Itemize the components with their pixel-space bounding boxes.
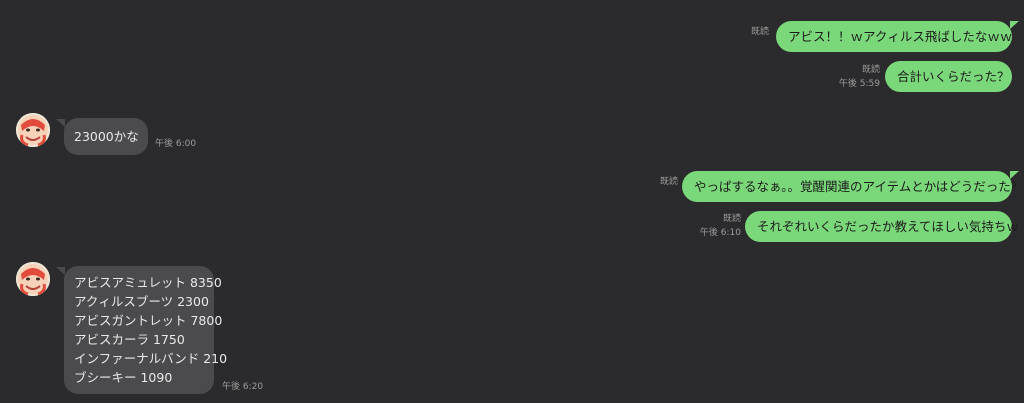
user-avatar-icon[interactable] (16, 113, 50, 147)
message-line: アビスガントレット 7800 (74, 313, 223, 328)
message-line: ブシーキー 1090 (74, 370, 173, 385)
message-bubble[interactable]: アビスアミュレット 8350 アクィルスブーツ 2300 アビスガントレット 7… (64, 266, 228, 394)
message-line: アビスアミュレット 8350 (74, 275, 222, 290)
bubble-tail (56, 119, 65, 127)
message-bubble[interactable]: アビス！！ｗアクィルス飛ばしたなｗｗ (776, 21, 1012, 52)
message-bubble[interactable]: 合計いくらだった？ (885, 61, 1012, 92)
message-timestamp: 午後 6:10 (699, 228, 741, 238)
chat-view: 既読 アビス！！ｗアクィルス飛ばしたなｗｗ 既読 午後 5:59 合計いくらだっ… (0, 0, 1024, 403)
message-line: アクィルスブーツ 2300 (74, 294, 209, 309)
bubble-tail (56, 267, 65, 275)
message-bubble[interactable]: 23000かな (64, 118, 148, 155)
read-receipt: 既読 (861, 65, 880, 75)
message-bubble[interactable]: それぞれいくらだったか教えてほしい気持ちｗ (745, 211, 1019, 242)
message-timestamp: 午後 5:59 (838, 79, 880, 89)
read-receipt: 既読 (750, 27, 769, 37)
read-receipt: 既読 (722, 214, 741, 224)
user-avatar-icon[interactable] (16, 262, 50, 296)
message-bubble[interactable]: やっぱするなぁ。。覚醒関連のアイテムとかはどうだった？ (682, 171, 1023, 202)
message-line: インファーナルバンド 210 (74, 351, 228, 366)
message-timestamp: 午後 6:00 (155, 139, 197, 149)
message-line: アビスカーラ 1750 (74, 332, 185, 347)
message-timestamp: 午後 6:20 (222, 382, 264, 392)
bubble-tail (1010, 171, 1019, 179)
bubble-tail (1010, 21, 1019, 29)
read-receipt: 既読 (659, 177, 678, 187)
